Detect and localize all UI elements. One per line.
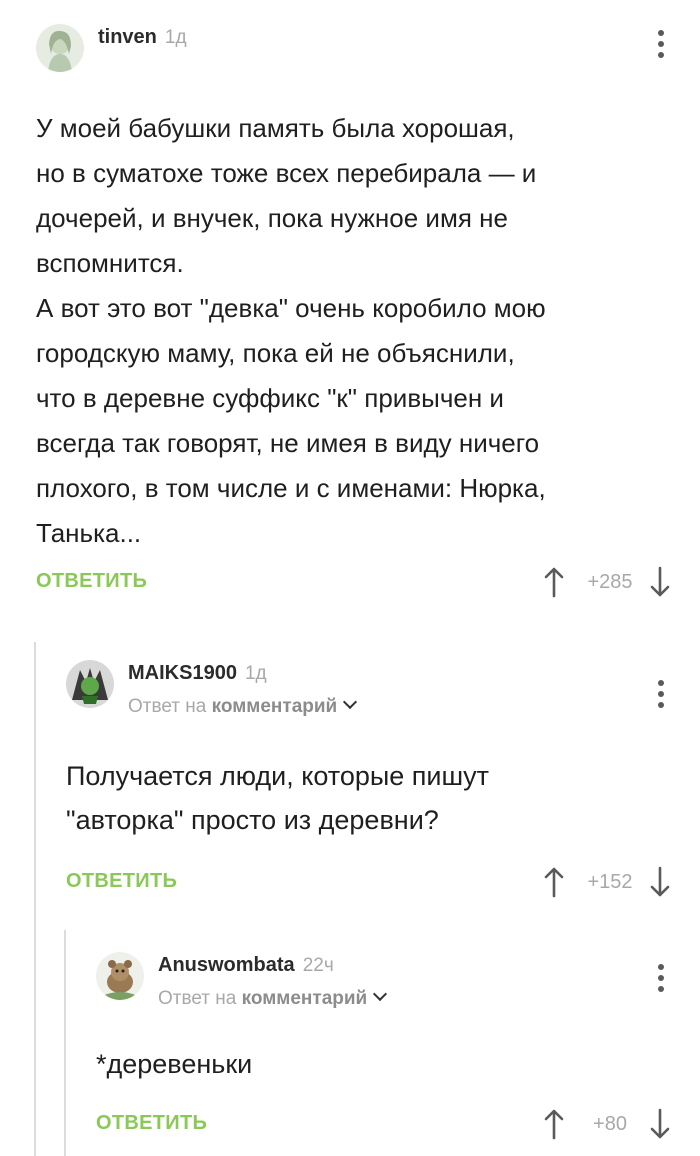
username-text[interactable]: tinven [98, 26, 157, 48]
reply-button[interactable]: ОТВЕТИТЬ [96, 1112, 207, 1135]
more-vertical-icon[interactable] [656, 30, 666, 64]
comment: MAIKS1900 1д Ответ на комментарий Получае… [66, 660, 700, 910]
reply-to-comment[interactable]: комментарий [242, 988, 368, 1009]
comment-time: 1д [164, 27, 187, 48]
chevron-down-icon[interactable] [343, 694, 358, 710]
reply-to-prefix: Ответ на [128, 696, 207, 717]
vote-controls: +152 [544, 864, 670, 900]
reply-button[interactable]: ОТВЕТИТЬ [36, 570, 147, 593]
vote-controls: +285 [544, 564, 670, 600]
arrow-down-icon[interactable] [650, 866, 670, 898]
arrow-down-icon[interactable] [650, 1108, 670, 1140]
comment-text: *деревеньки [96, 1049, 253, 1079]
more-vertical-icon[interactable] [656, 680, 666, 714]
more-vertical-icon[interactable] [656, 964, 666, 998]
comment-score: +285 [587, 570, 633, 593]
thread-line-level-2 [64, 930, 66, 1156]
reply-to-comment[interactable]: комментарий [212, 696, 338, 717]
avatar[interactable] [66, 660, 114, 708]
username[interactable]: Anuswombata 22ч [158, 954, 334, 977]
comment-footer: ОТВЕТИТЬ +152 [66, 866, 700, 910]
reply-button[interactable]: ОТВЕТИТЬ [66, 870, 177, 893]
comment-footer: ОТВЕТИТЬ +285 [36, 566, 700, 610]
comment-header: MAIKS1900 1д Ответ на комментарий [66, 660, 700, 720]
comment-header: tinven 1д [36, 24, 700, 84]
comment-time: 22ч [302, 955, 334, 976]
reply-to-link[interactable]: Ответ на комментарий [128, 694, 358, 718]
reply-to-prefix: Ответ на [158, 988, 237, 1009]
comment: tinven 1д У моей бабушки память была хоро… [36, 24, 700, 610]
arrow-up-icon[interactable] [544, 1108, 564, 1140]
comment-time: 1д [244, 663, 267, 684]
comment-header: Anuswombata 22ч Ответ на комментарий [96, 952, 700, 1012]
chevron-down-icon[interactable] [373, 986, 388, 1002]
comment-score: +80 [593, 1112, 627, 1135]
comment-text: У моей бабушки память была хорошая, но в… [36, 113, 546, 548]
username[interactable]: MAIKS1900 1д [128, 662, 267, 685]
avatar[interactable] [36, 24, 84, 72]
comment-text: Получается люди, которые пишут "авторка"… [66, 761, 490, 835]
arrow-down-icon[interactable] [650, 566, 670, 598]
comment-footer: ОТВЕТИТЬ +80 [96, 1108, 700, 1152]
username-text[interactable]: Anuswombata [158, 954, 295, 976]
username[interactable]: tinven 1д [98, 26, 187, 49]
reply-to-link[interactable]: Ответ на комментарий [158, 986, 388, 1010]
vote-controls: +80 [544, 1106, 670, 1142]
thread-line-level-1 [34, 642, 36, 1156]
username-text[interactable]: MAIKS1900 [128, 662, 237, 684]
arrow-up-icon[interactable] [544, 566, 564, 598]
arrow-up-icon[interactable] [544, 866, 564, 898]
avatar[interactable] [96, 952, 144, 1000]
comment: Anuswombata 22ч Ответ на комментарий *дер… [96, 952, 700, 1152]
comment-score: +152 [587, 870, 633, 893]
